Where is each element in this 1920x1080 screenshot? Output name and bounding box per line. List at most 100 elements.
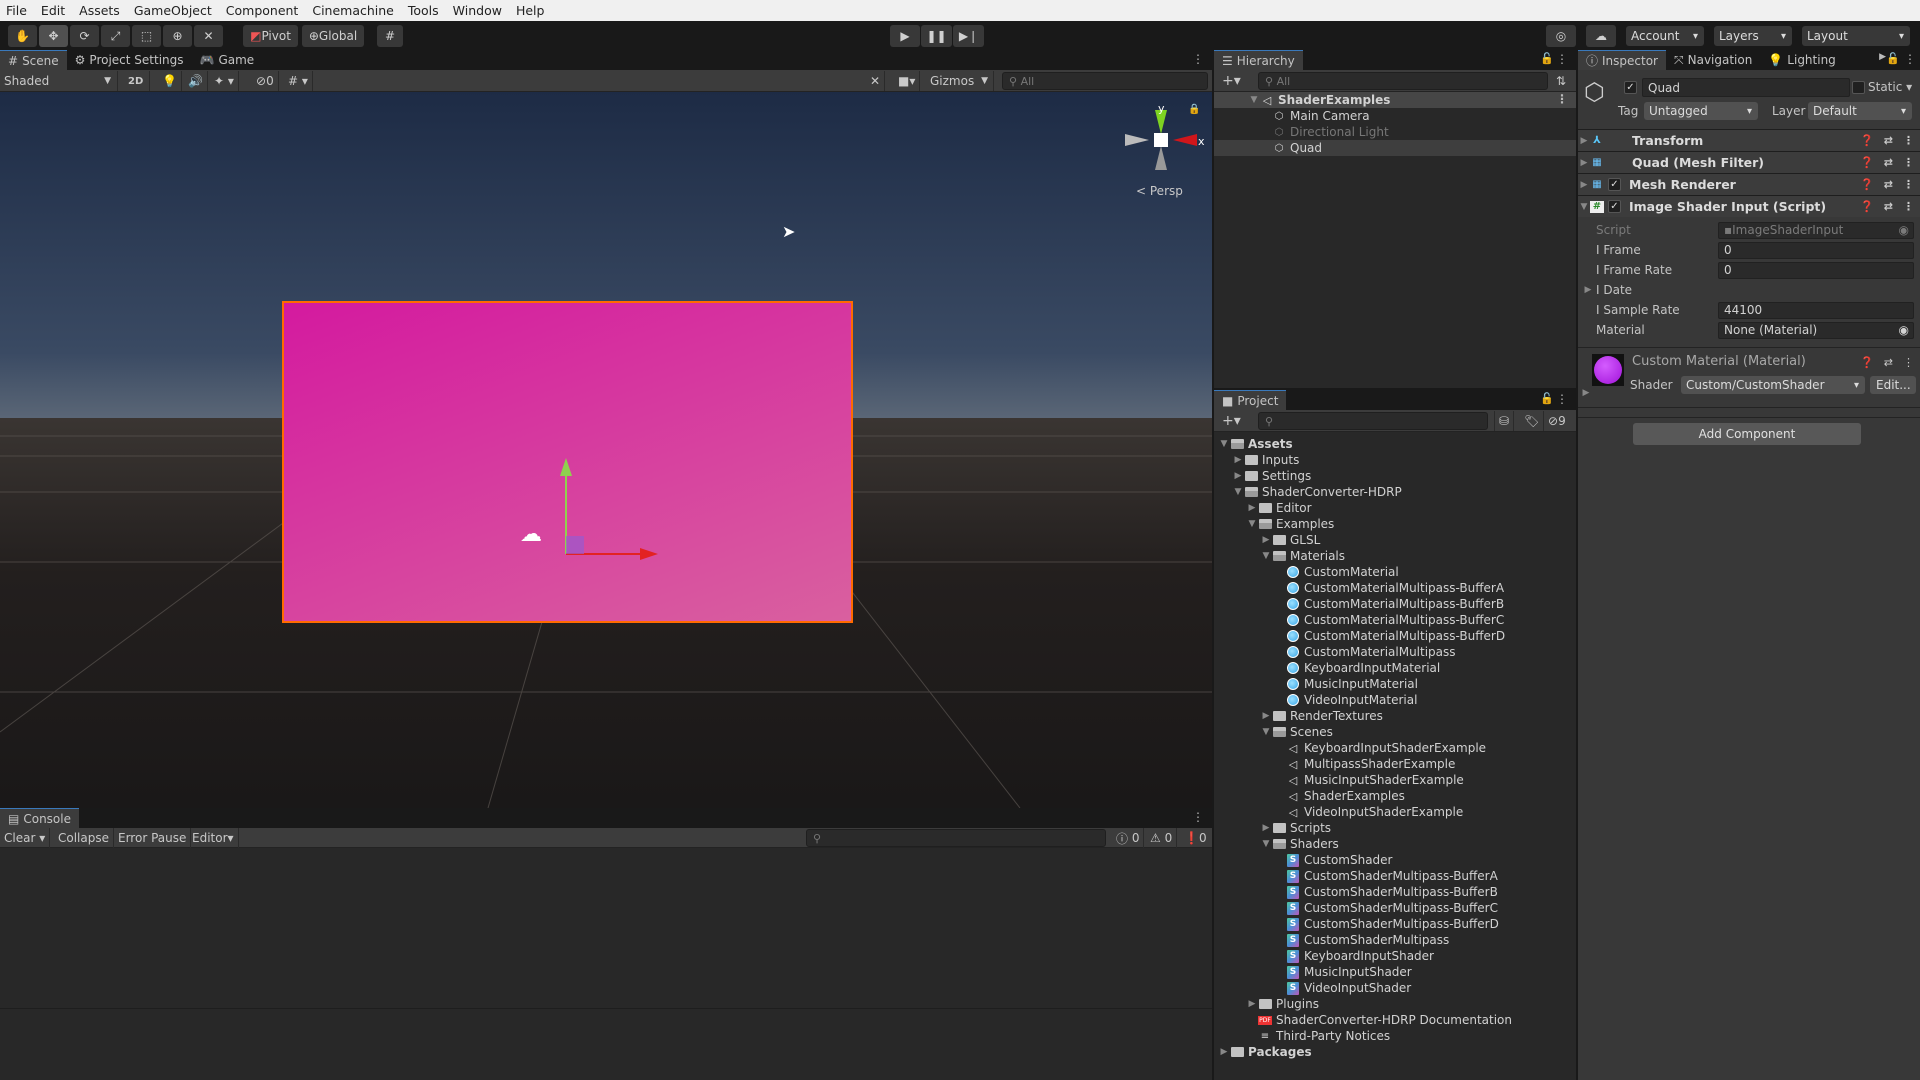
collapsed-arrow-icon[interactable]: ▶ bbox=[1232, 471, 1244, 481]
hidden-packages-button[interactable]: ⊘ 9 bbox=[1544, 411, 1570, 431]
collapsed-arrow-icon[interactable]: ▶ bbox=[1260, 535, 1272, 545]
object-picker-icon[interactable]: ◉ bbox=[1899, 223, 1909, 237]
project-item[interactable]: ▶ Scripts bbox=[1214, 820, 1576, 836]
lighting-toggle-icon[interactable]: 💡 bbox=[158, 71, 182, 91]
presets-icon[interactable]: ⇄ bbox=[1884, 200, 1893, 213]
rect-tool-icon[interactable]: ⬚ bbox=[132, 25, 161, 47]
project-item[interactable]: ▼ Materials bbox=[1214, 548, 1576, 564]
tools-icon[interactable]: ✕ bbox=[866, 71, 886, 91]
2d-toggle[interactable]: 2D bbox=[124, 71, 150, 91]
collapsed-arrow-icon[interactable]: ▶ bbox=[1260, 711, 1272, 721]
project-item[interactable]: S CustomShaderMultipass-BufferD bbox=[1214, 916, 1576, 932]
more-icon[interactable]: ⋮ bbox=[1903, 356, 1914, 369]
more-icon[interactable]: ⋮ bbox=[1192, 810, 1204, 824]
component-mesh-filter[interactable]: ▶ ▦ Quad (Mesh Filter) ❓ ⇄ ⋮ bbox=[1578, 151, 1920, 173]
more-icon[interactable]: ⋮ bbox=[1556, 52, 1568, 66]
enabled-checkbox[interactable]: ✓ bbox=[1608, 200, 1621, 213]
project-item[interactable]: CustomMaterialMultipass-BufferD bbox=[1214, 628, 1576, 644]
hand-tool-icon[interactable]: ✋ bbox=[8, 25, 37, 47]
menu-window[interactable]: Window bbox=[453, 3, 502, 18]
scene-viewport[interactable]: ☁ y x 🔒 < Persp ➤ bbox=[0, 92, 1212, 808]
project-item[interactable]: S VideoInputShader bbox=[1214, 980, 1576, 996]
static-checkbox[interactable] bbox=[1852, 81, 1865, 94]
more-icon[interactable]: ⋮ bbox=[1556, 92, 1568, 106]
project-item[interactable]: S KeyboardInputShader bbox=[1214, 948, 1576, 964]
active-checkbox[interactable]: ✓ bbox=[1624, 81, 1637, 94]
layer-dropdown[interactable]: Default bbox=[1808, 102, 1912, 120]
expand-icon[interactable]: ▶ bbox=[1580, 388, 1592, 398]
tab-project-settings[interactable]: ⚙ Project Settings bbox=[67, 50, 192, 70]
move-tool-icon[interactable]: ✥ bbox=[39, 25, 68, 47]
project-item[interactable]: ◁ MultipassShaderExample bbox=[1214, 756, 1576, 772]
material-field[interactable]: None (Material) ◉ bbox=[1718, 321, 1914, 339]
transform-tool-icon[interactable]: ⊕ bbox=[163, 25, 192, 47]
layers-dropdown[interactable]: Layers bbox=[1714, 26, 1792, 46]
shader-dropdown[interactable]: Custom/CustomShader bbox=[1681, 376, 1865, 394]
help-icon[interactable]: ❓ bbox=[1860, 200, 1874, 213]
project-item[interactable]: CustomMaterialMultipass-BufferC bbox=[1214, 612, 1576, 628]
project-item[interactable]: VideoInputMaterial bbox=[1214, 692, 1576, 708]
expanded-arrow-icon[interactable]: ▼ bbox=[1260, 551, 1272, 561]
project-item[interactable]: ▶ Packages bbox=[1214, 1044, 1576, 1060]
project-item[interactable]: ▶ Settings bbox=[1214, 468, 1576, 484]
lock-icon[interactable]: 🔓 bbox=[1886, 52, 1900, 65]
scale-tool-icon[interactable]: ⤢ bbox=[101, 25, 130, 47]
project-item[interactable]: ▼ ShaderConverter-HDRP bbox=[1214, 484, 1576, 500]
project-item[interactable]: ◁ VideoInputShaderExample bbox=[1214, 804, 1576, 820]
project-item[interactable]: CustomMaterialMultipass-BufferB bbox=[1214, 596, 1576, 612]
pivot-button[interactable]: ◩ Pivot bbox=[243, 25, 298, 47]
component-image-shader-input[interactable]: ▼ # ✓ Image Shader Input (Script) ❓ ⇄ ⋮ bbox=[1578, 195, 1920, 217]
error-filter-button[interactable]: ❗ 0 bbox=[1180, 828, 1211, 848]
component-mesh-renderer[interactable]: ▶ ▦ ✓ Mesh Renderer ❓ ⇄ ⋮ bbox=[1578, 173, 1920, 195]
project-item[interactable]: S MusicInputShader bbox=[1214, 964, 1576, 980]
edit-shader-button[interactable]: Edit... bbox=[1870, 376, 1916, 394]
expanded-arrow-icon[interactable]: ▼ bbox=[1260, 727, 1272, 737]
i-sample-rate-input[interactable]: 44100 bbox=[1718, 301, 1914, 319]
component-transform[interactable]: ▶ ⅄ Transform ❓ ⇄ ⋮ bbox=[1578, 129, 1920, 151]
pause-button[interactable]: ❚❚ bbox=[921, 25, 952, 47]
static-dropdown[interactable]: Static ▾ bbox=[1868, 80, 1912, 94]
project-item[interactable]: S CustomShaderMultipass-BufferB bbox=[1214, 884, 1576, 900]
tab-inspector[interactable]: ⓘ Inspector bbox=[1578, 50, 1666, 70]
camera-icon[interactable]: ■▾ bbox=[894, 71, 921, 91]
gizmos-dropdown[interactable]: Gizmos ▼ bbox=[926, 71, 994, 91]
collapsed-arrow-icon[interactable]: ▶ bbox=[1246, 503, 1258, 513]
create-button[interactable]: +▾ bbox=[1218, 71, 1245, 91]
step-button[interactable]: ▶❘ bbox=[953, 25, 984, 47]
help-icon[interactable]: ❓ bbox=[1860, 156, 1874, 169]
menu-gameobject[interactable]: GameObject bbox=[134, 3, 212, 18]
filter-by-label-icon[interactable]: 🏷 bbox=[1520, 411, 1545, 431]
project-item[interactable]: ▶ Inputs bbox=[1214, 452, 1576, 468]
tab-scene[interactable]: # Scene bbox=[0, 50, 67, 70]
hierarchy-item[interactable]: ⬡ Main Camera bbox=[1214, 108, 1576, 124]
tab-hierarchy[interactable]: ☰ Hierarchy bbox=[1214, 50, 1303, 70]
add-component-button[interactable]: Add Component bbox=[1633, 423, 1861, 445]
presets-icon[interactable]: ⇄ bbox=[1884, 156, 1893, 169]
expanded-arrow-icon[interactable]: ▼ bbox=[1218, 439, 1230, 449]
hierarchy-item-selected[interactable]: ⬡ Quad bbox=[1214, 140, 1576, 156]
persp-label[interactable]: < Persp bbox=[1136, 184, 1183, 198]
rotate-tool-icon[interactable]: ⟳ bbox=[70, 25, 99, 47]
layout-dropdown[interactable]: Layout bbox=[1802, 26, 1910, 46]
tab-console[interactable]: ▤ Console bbox=[0, 808, 79, 828]
more-tabs-icon[interactable]: ▶ bbox=[1879, 52, 1886, 62]
project-item[interactable]: ▼ Assets bbox=[1214, 436, 1576, 452]
i-frame-rate-input[interactable]: 0 bbox=[1718, 261, 1914, 279]
menu-component[interactable]: Component bbox=[226, 3, 299, 18]
editor-dropdown[interactable]: Editor ▾ bbox=[188, 828, 239, 848]
project-item[interactable]: S CustomShaderMultipass bbox=[1214, 932, 1576, 948]
project-item[interactable]: ▶ GLSL bbox=[1214, 532, 1576, 548]
more-icon[interactable]: ⋮ bbox=[1192, 52, 1204, 66]
menu-tools[interactable]: Tools bbox=[408, 3, 439, 18]
project-item[interactable]: MusicInputMaterial bbox=[1214, 676, 1576, 692]
scene-search-input[interactable]: ⚲ All bbox=[1002, 72, 1208, 90]
audio-toggle-icon[interactable]: 🔊 bbox=[184, 71, 208, 91]
project-item[interactable]: CustomMaterialMultipass bbox=[1214, 644, 1576, 660]
collapse-button[interactable]: Collapse bbox=[54, 828, 114, 848]
prop-i-date[interactable]: ▶ I Date bbox=[1578, 280, 1920, 300]
presets-icon[interactable]: ⇄ bbox=[1884, 356, 1893, 369]
script-field[interactable]: ▪ ImageShaderInput ◉ bbox=[1718, 221, 1914, 239]
expanded-arrow-icon[interactable]: ▼ bbox=[1246, 519, 1258, 529]
project-item[interactable]: PDF ShaderConverter-HDRP Documentation bbox=[1214, 1012, 1576, 1028]
project-item[interactable]: CustomMaterialMultipass-BufferA bbox=[1214, 580, 1576, 596]
